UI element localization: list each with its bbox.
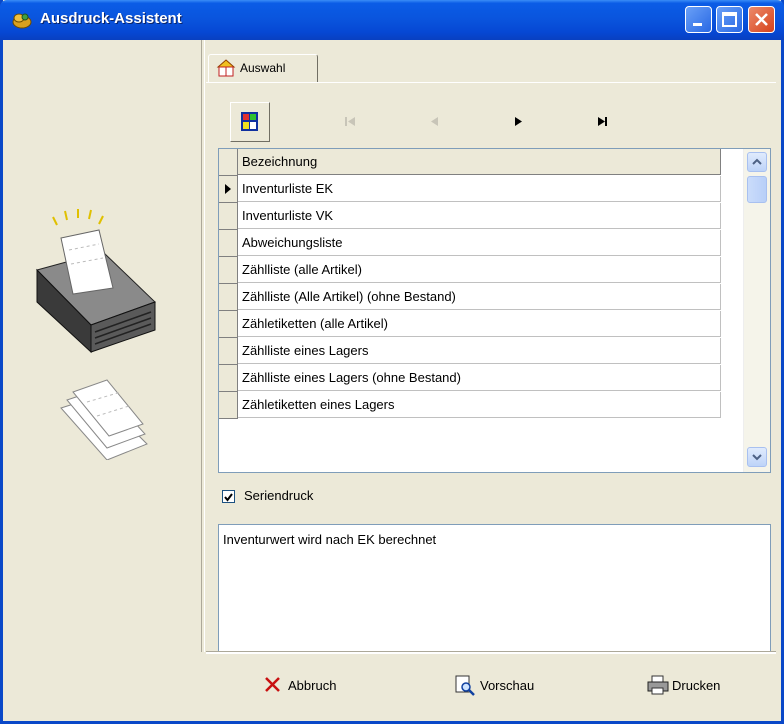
seriendruck-checkbox[interactable] [222,490,235,503]
window-title: Ausdruck-Assistent [40,10,182,27]
printer-icon [647,675,669,695]
report-design-button[interactable] [230,102,270,142]
last-record-button[interactable] [583,102,623,142]
row-indicator [219,392,238,419]
table-row[interactable]: Zähletiketten (alle Artikel) [219,311,722,338]
row-indicator [219,176,238,203]
wizard-image-pane [3,40,201,718]
table-row[interactable]: Zählliste (alle Artikel) [219,257,722,284]
close-button[interactable] [748,6,775,33]
minimize-icon [693,23,702,26]
row-label: Zählliste (alle Artikel) [238,257,721,283]
scroll-thumb[interactable] [747,176,767,203]
prior-record-icon [431,117,438,126]
table-row[interactable]: Zählliste (Alle Artikel) (ohne Bestand) [219,284,722,311]
table-row[interactable]: Inventurliste VK [219,203,722,230]
table-row[interactable]: Zähletiketten eines Lagers [219,392,722,419]
scroll-up-button[interactable] [747,152,767,172]
last-record-icon [598,117,607,126]
pane-divider [201,40,205,652]
next-record-icon [515,117,522,126]
column-header-bezeichnung[interactable]: Bezeichnung [238,149,721,175]
title-bar[interactable]: Ausdruck-Assistent [0,0,784,40]
preview-label: Vorschau [480,678,535,693]
table-row[interactable]: Zählliste eines Lagers (ohne Bestand) [219,365,722,392]
table-row[interactable]: Inventurliste EK [219,176,722,203]
close-icon [755,13,768,26]
tab-auswahl[interactable]: Auswahl [208,54,318,82]
row-indicator [219,311,238,338]
preview-magnifier-icon [455,675,475,696]
tab-label: Auswahl [240,61,286,75]
cancel-label: Abbruch [288,678,337,693]
chevron-up-icon [752,158,762,165]
row-label: Abweichungsliste [238,230,721,256]
minimize-button[interactable] [685,6,712,33]
print-wizard-window: Ausdruck-Assistent Auswahl Bezeichnung I… [0,0,784,724]
header-indicator [219,149,238,176]
maximize-button[interactable] [716,6,743,33]
chevron-down-icon [752,454,762,461]
row-indicator [219,338,238,365]
row-indicator [219,284,238,311]
row-label: Zähletiketten eines Lagers [238,392,721,418]
printer-illustration-icon [36,209,156,460]
row-label: Zählliste eines Lagers (ohne Bestand) [238,365,721,391]
cancel-x-icon [265,677,280,692]
row-indicator [219,257,238,284]
row-label: Inventurliste EK [238,176,721,202]
row-label: Inventurliste VK [238,203,721,229]
app-icon [12,13,32,29]
row-indicator [219,365,238,392]
row-indicator [219,230,238,257]
selection-icon [216,59,236,77]
grid-scrollbar[interactable] [743,149,770,472]
record-navigator [228,102,638,142]
next-record-button[interactable] [498,102,538,142]
seriendruck-label: Seriendruck [244,488,314,503]
row-label: Zähletiketten (alle Artikel) [238,311,721,337]
first-record-button[interactable] [330,102,370,142]
grid-header-row: Bezeichnung [219,149,722,176]
print-label: Drucken [672,678,721,693]
checkmark-icon [224,493,233,502]
current-row-icon [225,184,231,194]
prior-record-button[interactable] [415,102,455,142]
maximize-icon [722,12,737,27]
scroll-down-button[interactable] [747,447,767,467]
row-label: Zählliste (Alle Artikel) (ohne Bestand) [238,284,721,310]
report-design-icon [241,112,258,131]
table-row[interactable]: Abweichungsliste [219,230,722,257]
first-record-icon [345,117,355,126]
table-row[interactable]: Zählliste eines Lagers [219,338,722,365]
button-bar: Abbruch Vorschau Drucken [206,652,776,720]
row-label: Zählliste eines Lagers [238,338,721,364]
report-list-grid: Bezeichnung Inventurliste EK Inventurlis… [218,148,771,473]
row-indicator [219,203,238,230]
report-description-memo[interactable]: Inventurwert wird nach EK berechnet [218,524,771,652]
